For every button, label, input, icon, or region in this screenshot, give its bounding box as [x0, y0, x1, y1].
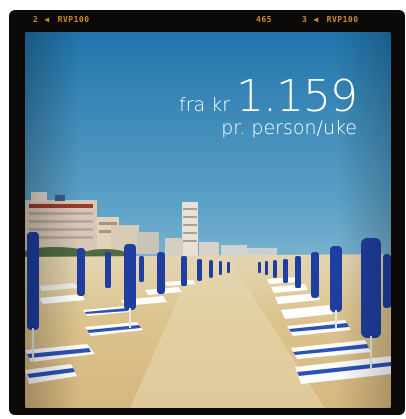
price-overlay: fra kr 1.159 pr. person/uke	[179, 71, 358, 140]
frame-number-left: 2	[33, 15, 39, 24]
film-edge-right: 3 ◀ RVP100	[302, 13, 359, 27]
film-edge-center: 465	[256, 15, 272, 24]
film-code-right: RVP100	[326, 15, 359, 24]
arrow-left-icon: ◀	[313, 15, 319, 24]
price-unit: pr. person/uke	[221, 117, 357, 139]
film-code-left: RVP100	[57, 15, 90, 24]
price-prefix: fra kr	[179, 94, 231, 116]
arrow-left-icon: ◀	[44, 15, 50, 24]
frame-number-right: 3	[302, 15, 308, 24]
film-edge-left: 2 ◀ RVP100	[33, 13, 90, 27]
price-amount: 1.159	[236, 71, 358, 122]
film-frame: 2 ◀ RVP100 465 3 ◀ RVP100 fra kr 1.159 p…	[9, 10, 405, 415]
price-line: fra kr 1.159	[179, 71, 358, 122]
